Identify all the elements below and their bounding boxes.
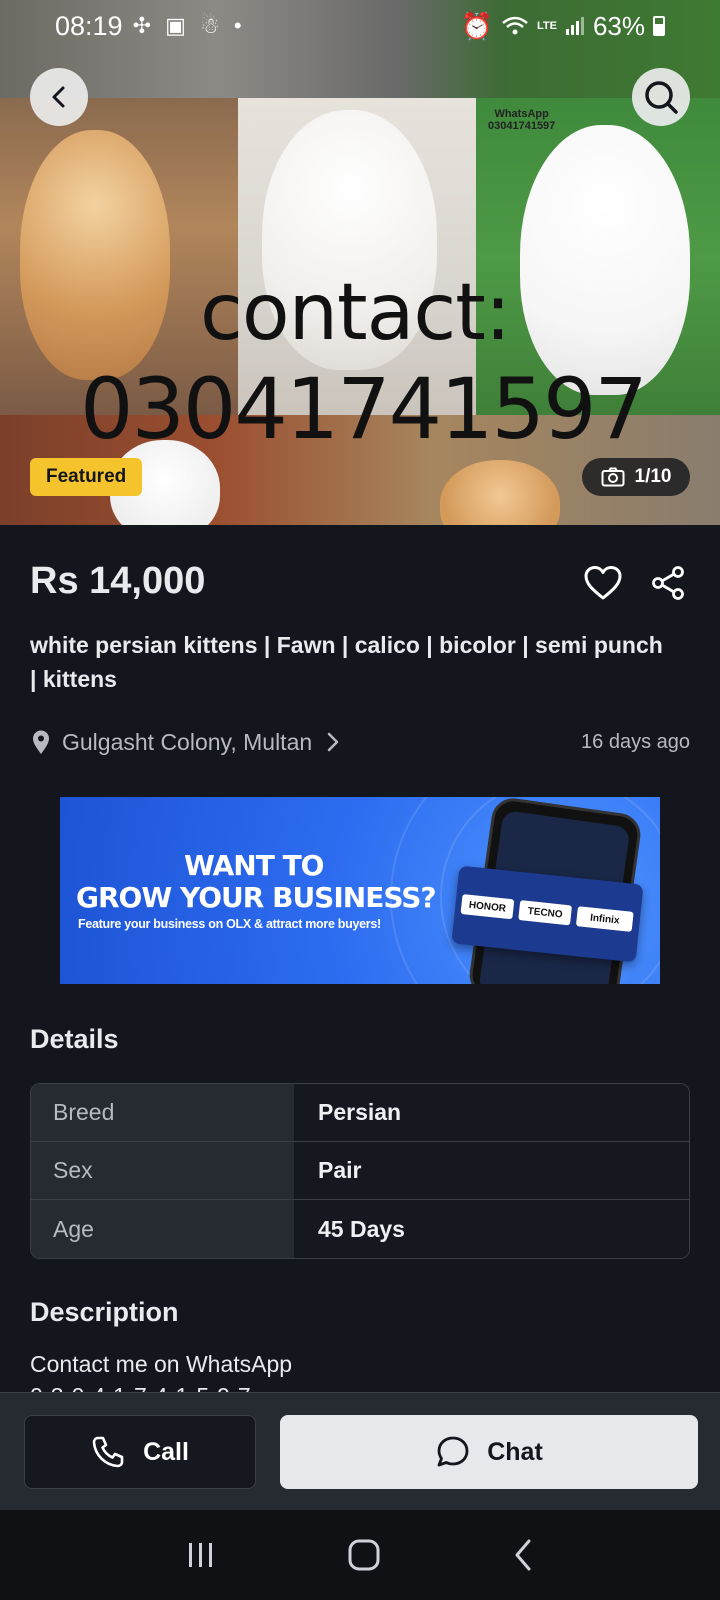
banner-headline-2: GROW YOUR BUSINESS?: [76, 881, 437, 914]
kitten-fawn: [20, 130, 170, 380]
chat-label: Chat: [487, 1437, 543, 1466]
watermark-line1: WhatsApp: [494, 108, 549, 120]
banner-brand-honor: HONOR: [460, 894, 515, 920]
description-heading: Description: [30, 1297, 179, 1327]
banner-brand-infinix: Infinix: [575, 906, 634, 932]
banner-headline-1: WANT TO: [184, 849, 324, 882]
status-time: 08:19: [55, 10, 123, 41]
share-button[interactable]: [645, 560, 691, 606]
description-line-1: Contact me on WhatsApp: [30, 1351, 293, 1377]
search-icon: [645, 81, 678, 114]
details-key: Sex: [31, 1142, 294, 1199]
details-heading: Details: [30, 1024, 119, 1054]
location-pin-icon: [33, 730, 49, 754]
favorite-button[interactable]: [580, 560, 626, 606]
search-button[interactable]: [632, 68, 690, 126]
call-label: Call: [143, 1437, 189, 1466]
call-button[interactable]: Call: [24, 1415, 256, 1489]
nav-back-icon[interactable]: [511, 1538, 535, 1572]
heart-icon: [584, 566, 622, 600]
lte-icon: LTE: [536, 20, 557, 32]
status-bar: 08:19 ✣ ▣ ☃ • ⏰ LTE 63%: [0, 0, 720, 52]
listing-price: Rs 14,000: [30, 560, 206, 602]
location-row[interactable]: Gulgasht Colony, Multan 16 days ago: [30, 722, 690, 762]
battery-icon: [653, 16, 665, 36]
chevron-right-icon: [327, 732, 339, 752]
home-icon[interactable]: [347, 1538, 381, 1572]
details-row: Age 45 Days: [31, 1200, 689, 1258]
banner-subtext: Feature your business on OLX & attract m…: [78, 917, 381, 931]
system-nav-bar: [0, 1510, 720, 1600]
promo-banner[interactable]: WANT TO GROW YOUR BUSINESS? Feature your…: [60, 797, 660, 984]
signal-icon: [565, 17, 584, 35]
alarm-icon: ⏰: [460, 10, 493, 41]
phone-icon: [92, 1436, 124, 1468]
status-right: ⏰ LTE 63%: [461, 11, 665, 42]
details-key: Age: [31, 1200, 294, 1258]
image-counter-text: 1/10: [634, 466, 672, 487]
chat-button[interactable]: Chat: [280, 1415, 698, 1489]
image-overlay-contact: contact:: [200, 268, 511, 358]
chevron-left-icon: [52, 86, 65, 108]
image-watermark: WhatsApp 03041741597: [488, 108, 555, 132]
listing-title: white persian kittens | Fawn | calico | …: [30, 632, 663, 692]
image-counter[interactable]: 1/10: [582, 458, 690, 496]
details-key: Breed: [31, 1084, 294, 1141]
featured-badge: Featured: [30, 458, 143, 496]
details-row: Sex Pair: [31, 1142, 689, 1200]
details-row: Breed Persian: [31, 1084, 689, 1142]
details-value: Pair: [294, 1142, 689, 1199]
notification-icons: ✣ ▣ ☃ •: [132, 13, 246, 38]
kitten-white-right: [520, 125, 690, 395]
details-table: Breed Persian Sex Pair Age 45 Days: [30, 1083, 690, 1259]
bottom-action-bar: Call Chat: [0, 1392, 720, 1510]
watermark-line2: 03041741597: [488, 120, 556, 132]
posted-time: 16 days ago: [581, 730, 690, 753]
chat-bubble-icon: [437, 1436, 469, 1467]
camera-icon: [601, 467, 624, 487]
battery-percent: 63%: [592, 10, 645, 41]
wifi-icon: [502, 16, 528, 35]
share-icon: [652, 566, 684, 600]
image-overlay-phone: 03041741597: [80, 360, 648, 458]
back-button[interactable]: [30, 68, 88, 126]
banner-brand-tecno: TECNO: [518, 900, 573, 926]
recent-apps-icon[interactable]: [185, 1540, 217, 1570]
details-value: 45 Days: [294, 1200, 689, 1258]
location-text: Gulgasht Colony, Multan: [62, 728, 313, 755]
details-value: Persian: [294, 1084, 689, 1141]
image-gallery[interactable]: WhatsApp 03041741597 contact: 0304174159…: [0, 0, 720, 525]
